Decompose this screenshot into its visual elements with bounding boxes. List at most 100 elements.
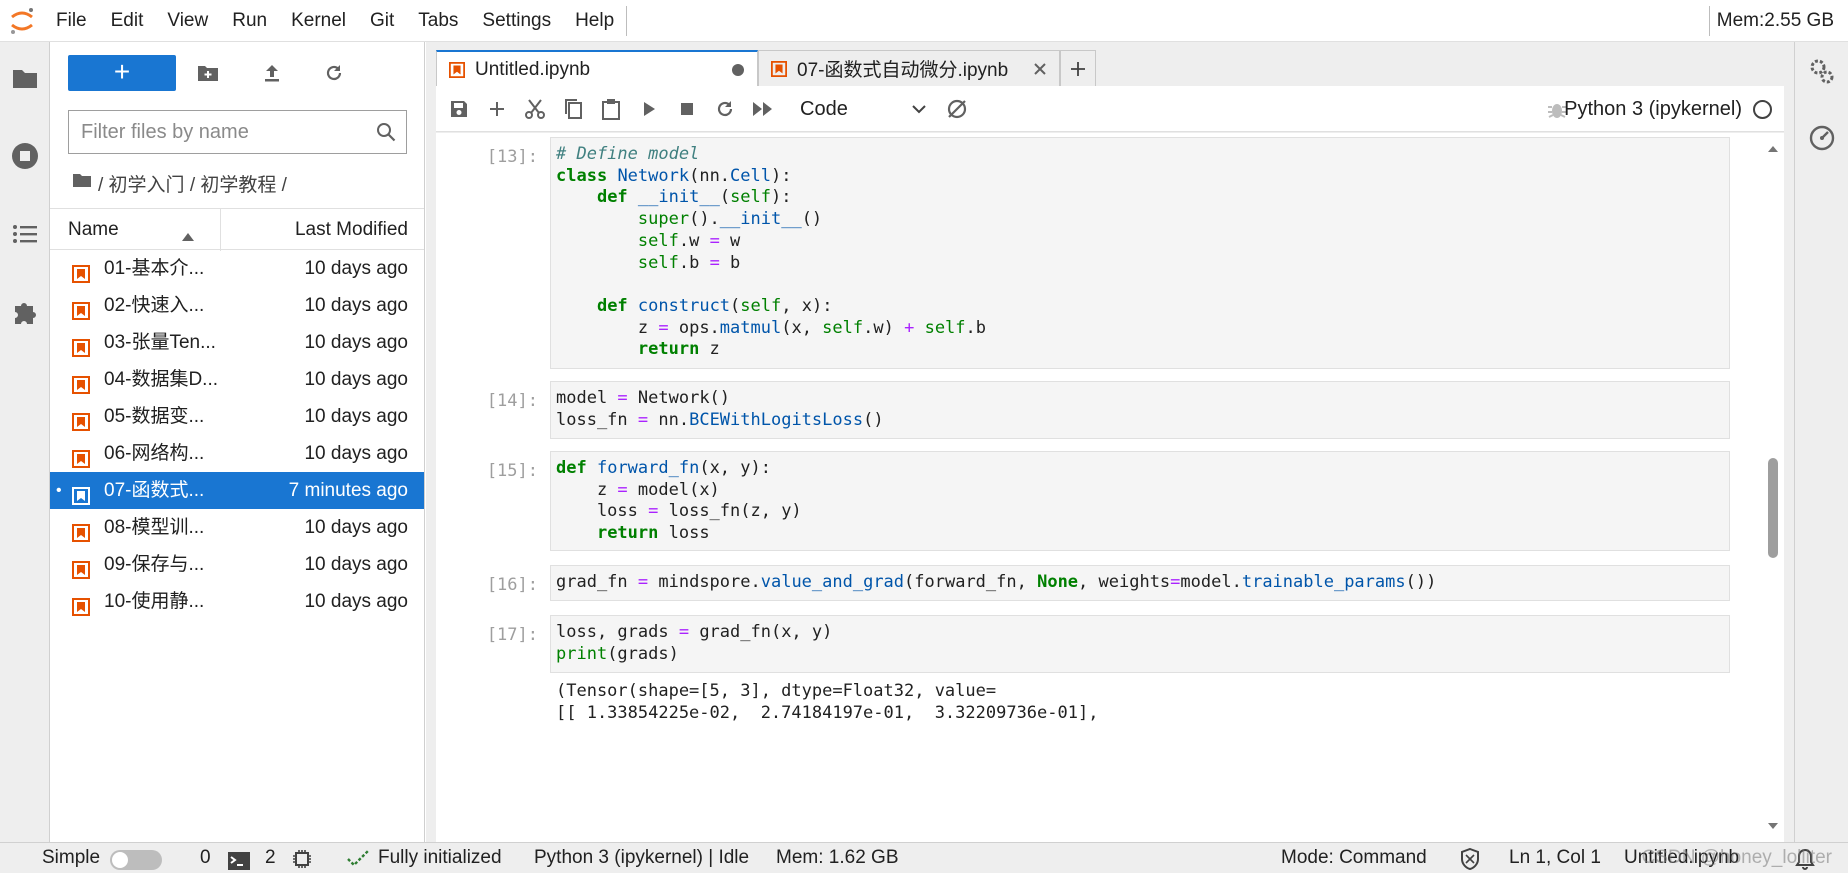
file-name: 08-模型训... bbox=[104, 517, 205, 538]
file-modified: 10 days ago bbox=[304, 443, 408, 464]
menu-run[interactable]: Run bbox=[220, 0, 279, 42]
kernel-status[interactable]: Python 3 (ipykernel) | Idle bbox=[534, 843, 749, 873]
tab-untitled[interactable]: Untitled.ipynb bbox=[436, 50, 758, 87]
kernel-name[interactable]: Python 3 (ipykernel) bbox=[1564, 86, 1742, 132]
new-launcher-button[interactable]: + bbox=[68, 55, 176, 91]
file-row[interactable]: 08-模型训... 10 days ago bbox=[50, 509, 424, 546]
cell-editor[interactable]: grad_fn = mindspore.value_and_grad(forwa… bbox=[550, 565, 1730, 601]
file-filter-input[interactable] bbox=[81, 119, 371, 145]
file-modified: 10 days ago bbox=[304, 554, 408, 575]
tab-autodiff[interactable]: 07-函数式自动微分.ipynb bbox=[758, 50, 1060, 86]
new-folder-icon[interactable] bbox=[194, 59, 222, 87]
cell-editor[interactable]: # Define model class Network(nn.Cell): d… bbox=[550, 137, 1730, 369]
vertical-scrollbar[interactable] bbox=[1766, 141, 1780, 831]
code-cell[interactable]: [14]: model = Network() loss_fn = nn.BCE… bbox=[436, 381, 1746, 439]
right-sidebar bbox=[1794, 42, 1848, 842]
paste-icon[interactable] bbox=[598, 97, 624, 121]
folder-icon[interactable] bbox=[9, 62, 41, 94]
file-row[interactable]: 04-数据集D... 10 days ago bbox=[50, 361, 424, 398]
copy-icon[interactable] bbox=[560, 97, 586, 121]
column-name[interactable]: Name bbox=[68, 209, 119, 251]
memory-divider bbox=[1709, 6, 1710, 36]
trust-shield-icon[interactable] bbox=[1460, 847, 1480, 880]
main-area: Untitled.ipynb 07-函数式自动微分.ipynb Code Pyt… bbox=[426, 42, 1794, 842]
file-row[interactable]: 10-使用静... 10 days ago bbox=[50, 583, 424, 620]
file-row[interactable]: 01-基本介... 10 days ago bbox=[50, 250, 424, 287]
menu-kernel[interactable]: Kernel bbox=[279, 0, 358, 42]
running-sessions-icon[interactable] bbox=[9, 140, 41, 172]
jupyter-logo bbox=[0, 0, 44, 42]
file-name: 04-数据集D... bbox=[104, 369, 219, 390]
kernel-count[interactable]: 2 bbox=[265, 843, 276, 873]
home-folder-icon[interactable] bbox=[72, 172, 92, 194]
run-icon[interactable] bbox=[636, 97, 662, 121]
terminal-count[interactable]: 0 bbox=[200, 843, 211, 873]
upload-icon[interactable] bbox=[258, 59, 286, 87]
init-status: Fully initialized bbox=[378, 847, 502, 868]
code-cell[interactable]: [13]: # Define model class Network(nn.Ce… bbox=[436, 137, 1746, 369]
cpu-chip-icon bbox=[292, 849, 312, 879]
file-row-selected[interactable]: • 07-函数式... 7 minutes ago bbox=[50, 472, 424, 509]
restart-icon[interactable] bbox=[712, 97, 738, 121]
cursor-position[interactable]: Ln 1, Col 1 bbox=[1509, 843, 1601, 873]
cell-editor[interactable]: def forward_fn(x, y): z = model(x) loss … bbox=[550, 451, 1730, 551]
menu-view[interactable]: View bbox=[155, 0, 220, 42]
file-modified: 10 days ago bbox=[304, 258, 408, 279]
notebook-file-icon bbox=[72, 592, 90, 616]
running-indicator: • bbox=[56, 482, 62, 499]
simple-mode-label: Simple bbox=[42, 847, 101, 868]
file-modified: 10 days ago bbox=[304, 369, 408, 390]
table-of-contents-icon[interactable] bbox=[9, 218, 41, 250]
insert-cell-icon[interactable] bbox=[484, 97, 510, 121]
column-last-modified[interactable]: Last Modified bbox=[295, 209, 408, 251]
notebook-toolbar: Code Python 3 (ipykernel) bbox=[436, 86, 1784, 132]
scroll-up-icon[interactable] bbox=[1766, 144, 1780, 154]
extension-puzzle-icon[interactable] bbox=[9, 296, 41, 328]
code-cell[interactable]: [15]: def forward_fn(x, y): z = model(x)… bbox=[436, 451, 1746, 551]
breadcrumb-path[interactable]: / 初学入门 / 初学教程 / bbox=[98, 170, 287, 197]
refresh-icon[interactable] bbox=[320, 59, 348, 87]
file-row[interactable]: 05-数据变... 10 days ago bbox=[50, 398, 424, 435]
cell-type-select[interactable]: Code bbox=[800, 94, 930, 124]
cell-editor[interactable]: loss, grads = grad_fn(x, y) print(grads) bbox=[550, 615, 1730, 673]
save-icon[interactable] bbox=[446, 97, 472, 121]
cut-icon[interactable] bbox=[522, 97, 548, 121]
file-row[interactable]: 06-网络构... 10 days ago bbox=[50, 435, 424, 472]
file-row[interactable]: 03-张量Ten... 10 days ago bbox=[50, 324, 424, 361]
notebook-file-icon bbox=[72, 481, 90, 505]
stop-icon[interactable] bbox=[674, 97, 700, 121]
debugger-gauge-icon[interactable] bbox=[1806, 122, 1838, 154]
memory-indicator: Mem:2.55 GB bbox=[1716, 10, 1834, 31]
notebook-file-icon bbox=[72, 518, 90, 542]
menu-settings[interactable]: Settings bbox=[470, 0, 563, 42]
menu-tabs[interactable]: Tabs bbox=[406, 0, 470, 42]
menu-help[interactable]: Help bbox=[563, 0, 626, 42]
code-cell[interactable]: [17]: loss, grads = grad_fn(x, y) print(… bbox=[436, 615, 1746, 775]
add-tab-button[interactable] bbox=[1060, 50, 1096, 86]
code-cell[interactable]: [16]: grad_fn = mindspore.value_and_grad… bbox=[436, 565, 1746, 601]
breadcrumb: / 初学入门 / 初学教程 / bbox=[72, 168, 287, 198]
git-diff-icon[interactable] bbox=[944, 97, 970, 121]
notebook-file-icon bbox=[72, 407, 90, 431]
file-browser: + / 初学入门 / 初学教程 / Name Last Modified 01-… bbox=[50, 42, 425, 842]
scroll-down-icon[interactable] bbox=[1766, 821, 1780, 831]
file-modified: 10 days ago bbox=[304, 332, 408, 353]
mode-indicator[interactable]: Mode: Command bbox=[1281, 843, 1427, 873]
cell-editor[interactable]: model = Network() loss_fn = nn.BCEWithLo… bbox=[550, 381, 1730, 439]
tab-label: Untitled.ipynb bbox=[475, 58, 591, 80]
unsaved-dot-icon[interactable] bbox=[731, 57, 745, 83]
menu-file[interactable]: File bbox=[44, 0, 99, 42]
close-icon[interactable] bbox=[1033, 56, 1047, 82]
menu-edit[interactable]: Edit bbox=[99, 0, 156, 42]
left-sidebar bbox=[0, 42, 50, 842]
file-row[interactable]: 02-快速入... 10 days ago bbox=[50, 287, 424, 324]
scrollbar-thumb[interactable] bbox=[1768, 458, 1778, 558]
fast-forward-icon[interactable] bbox=[750, 97, 776, 121]
column-divider[interactable] bbox=[220, 209, 221, 251]
property-inspector-icon[interactable] bbox=[1806, 56, 1838, 88]
menu-git[interactable]: Git bbox=[358, 0, 406, 42]
simple-mode-toggle[interactable] bbox=[110, 850, 162, 870]
notebook-tab-icon bbox=[771, 60, 787, 77]
file-row[interactable]: 09-保存与... 10 days ago bbox=[50, 546, 424, 583]
file-name: 05-数据变... bbox=[104, 406, 205, 427]
